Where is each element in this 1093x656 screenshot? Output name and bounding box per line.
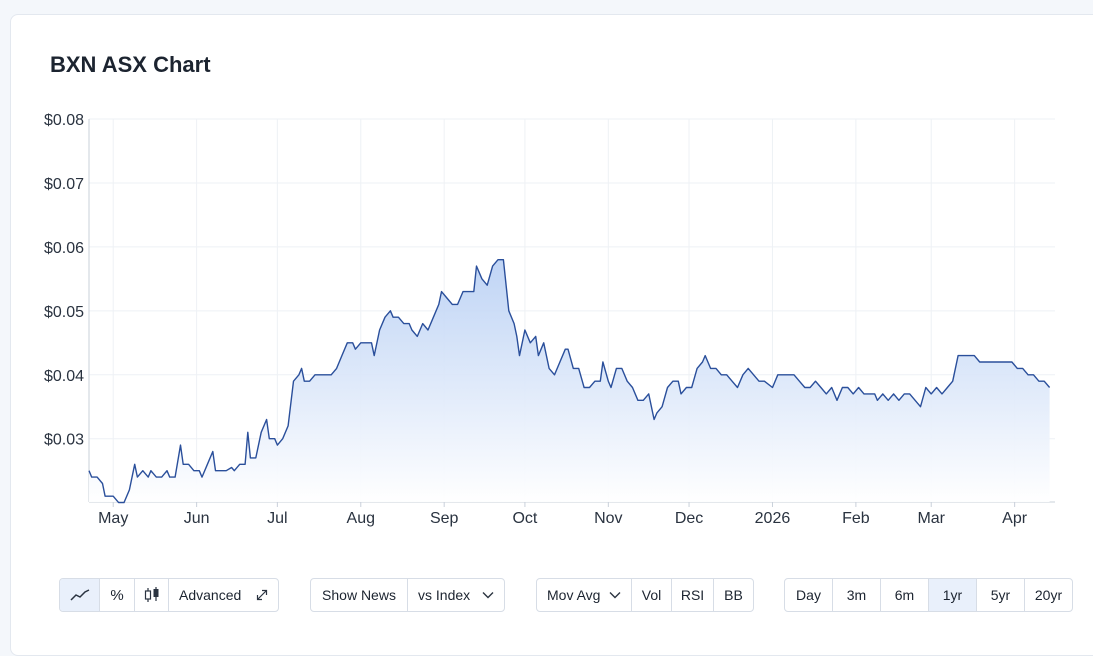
x-tick-label: Jul	[267, 510, 287, 527]
x-tick-label: Jun	[184, 510, 210, 527]
indicators-group: Mov Avg Vol RSI BB	[536, 578, 754, 612]
price-area	[89, 259, 1050, 503]
percent-button[interactable]: %	[100, 579, 135, 611]
x-tick-label: Apr	[1002, 510, 1028, 527]
line-chart-icon	[69, 589, 89, 601]
x-tick-label: Nov	[594, 510, 622, 527]
percent-icon: %	[110, 586, 124, 604]
candlestick-button[interactable]	[135, 579, 169, 611]
x-tick-label: Oct	[512, 510, 537, 527]
vs-index-label: vs Index	[418, 587, 471, 603]
mov-avg-dropdown[interactable]: Mov Avg	[537, 579, 632, 611]
y-tick-label: $0.03	[44, 432, 84, 449]
y-tick-label: $0.06	[44, 240, 84, 257]
chevron-down-icon	[482, 592, 494, 599]
expand-icon	[256, 589, 268, 601]
period-1yr-button[interactable]: 1yr	[929, 579, 977, 611]
y-tick-label: $0.04	[44, 368, 84, 385]
y-tick-label: $0.07	[44, 176, 84, 193]
advanced-button[interactable]: Advanced	[169, 579, 278, 611]
x-tick-label: Dec	[675, 510, 703, 527]
x-tick-label: Mar	[917, 510, 945, 527]
vol-button[interactable]: Vol	[632, 579, 672, 611]
price-chart: $0.08 $0.07 $0.06 $0.05 $0.04 $0.03 May Jun Jul…	[44, 112, 1055, 527]
period-5yr-button[interactable]: 5yr	[977, 579, 1025, 611]
candlestick-icon	[144, 587, 158, 602]
chart-type-group: % Advanced	[59, 578, 279, 612]
period-3m-button[interactable]: 3m	[833, 579, 881, 611]
y-tick-label: $0.08	[44, 112, 84, 129]
x-tick-label: Aug	[347, 510, 375, 527]
period-6m-button[interactable]: 6m	[881, 579, 929, 611]
chevron-down-icon	[609, 592, 621, 599]
show-news-button[interactable]: Show News	[311, 579, 408, 611]
x-tick-label: Sep	[430, 510, 459, 527]
mov-avg-label: Mov Avg	[547, 587, 601, 603]
x-tick-label: May	[98, 510, 128, 527]
y-tick-label: $0.05	[44, 304, 84, 321]
period-day-button[interactable]: Day	[785, 579, 833, 611]
period-20yr-button[interactable]: 20yr	[1025, 579, 1072, 611]
period-group: Day 3m 6m 1yr 5yr 20yr	[784, 578, 1073, 612]
vs-index-dropdown[interactable]: vs Index	[408, 579, 504, 611]
bb-button[interactable]: BB	[714, 579, 753, 611]
x-tick-label: Feb	[842, 510, 870, 527]
rsi-button[interactable]: RSI	[672, 579, 714, 611]
advanced-label: Advanced	[179, 587, 242, 603]
line-chart-button[interactable]	[60, 579, 100, 611]
x-tick-label: 2026	[755, 510, 791, 527]
news-group: Show News vs Index	[310, 578, 505, 612]
